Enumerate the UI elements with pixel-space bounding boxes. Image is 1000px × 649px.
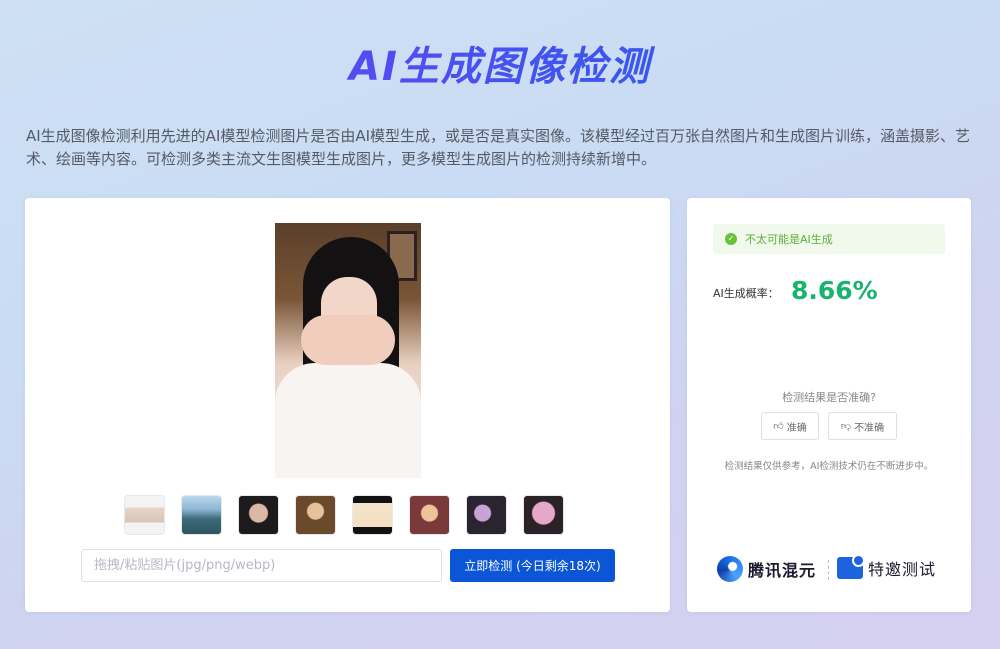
sample-thumbnail[interactable] [295, 495, 336, 535]
hunyuan-logo-icon [717, 556, 743, 582]
inaccurate-label: 不准确 [854, 422, 885, 434]
check-circle-icon: ✓ [725, 233, 737, 245]
invite-test-text: 特邀测试 [868, 560, 937, 579]
sample-thumbnail[interactable] [181, 495, 222, 535]
thumbs-up-icon: 👍︎ [773, 421, 784, 432]
invite-logo-icon [837, 554, 865, 579]
accurate-label: 准确 [786, 422, 807, 434]
brand-divider [828, 560, 829, 580]
sample-thumbnail[interactable] [238, 495, 279, 535]
page-description: AI生成图像检测利用先进的AI模型检测图片是否由AI模型生成，或是否是真实图像。… [26, 127, 971, 168]
sample-thumbnail[interactable] [409, 495, 450, 535]
uploaded-image-preview [275, 223, 421, 478]
verdict-text: 不太可能是AI生成 [745, 233, 833, 246]
result-panel: ✓ 不太可能是AI生成 AI生成概率： 8.66% 检测结果是否准确? 👍︎ 准… [687, 198, 971, 612]
probability-label: AI生成概率： [713, 287, 779, 300]
hunyuan-brand: 腾讯混元 [717, 556, 816, 582]
sample-thumbnail[interactable] [124, 495, 165, 535]
feedback-question: 检测结果是否准确? [782, 391, 876, 404]
inaccurate-button[interactable]: 👎︎ 不准确 [828, 412, 897, 440]
upload-panel: 立即检测 (今日剩余18次) [25, 198, 670, 612]
detect-button[interactable]: 立即检测 (今日剩余18次) [450, 549, 615, 582]
accurate-button[interactable]: 👍︎ 准确 [761, 412, 819, 440]
disclaimer: 检测结果仅供参考，AI检测技术仍在不断进步中。 [724, 461, 934, 472]
page-title: AI生成图像检测 [0, 34, 1000, 92]
sample-thumbnails [124, 495, 580, 535]
image-upload-input[interactable] [81, 549, 442, 582]
hunyuan-brand-text: 腾讯混元 [748, 561, 817, 580]
thumbs-down-icon: 👎︎ [840, 421, 852, 432]
sample-thumbnail[interactable] [352, 495, 393, 535]
sample-thumbnail[interactable] [466, 495, 507, 535]
sample-thumbnail[interactable] [523, 495, 564, 535]
invite-test-badge: 特邀测试 [837, 554, 937, 580]
verdict-alert: ✓ 不太可能是AI生成 [713, 224, 945, 254]
probability-value: 8.66% [791, 276, 878, 305]
